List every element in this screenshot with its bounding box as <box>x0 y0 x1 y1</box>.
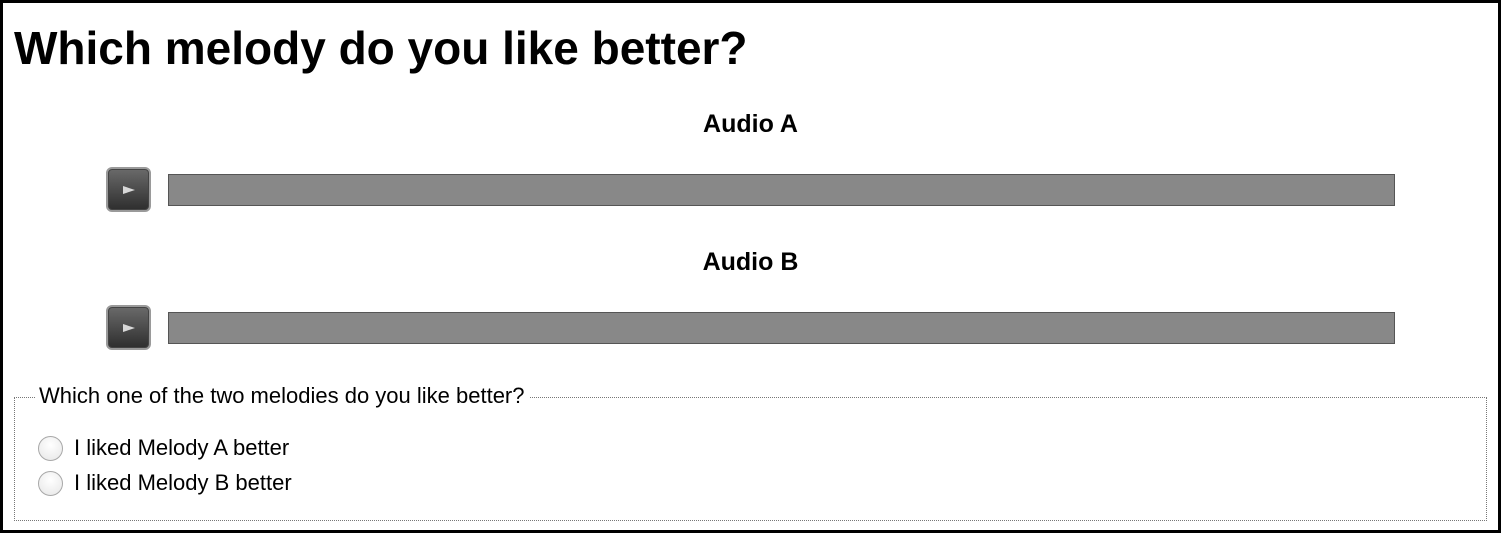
option-melody-a[interactable]: I liked Melody A better <box>38 435 289 461</box>
play-icon <box>122 323 135 332</box>
page-title: Which melody do you like better? <box>14 22 748 74</box>
survey-frame: Which melody do you like better? Audio A… <box>0 0 1501 533</box>
question-legend: Which one of the two melodies do you lik… <box>35 381 529 411</box>
radio-button-melody-a[interactable] <box>38 435 63 461</box>
radio-button-melody-b[interactable] <box>38 470 63 496</box>
audio-a-play-button[interactable] <box>106 167 151 212</box>
audio-b-title: Audio B <box>702 248 799 276</box>
option-melody-b[interactable]: I liked Melody B better <box>38 470 292 496</box>
question-fieldset: Which one of the two melodies do you lik… <box>14 381 1487 521</box>
play-icon <box>122 185 135 194</box>
audio-a-title: Audio A <box>703 110 798 138</box>
audio-b-progress-bar[interactable] <box>168 312 1395 344</box>
audio-b-play-button[interactable] <box>106 305 151 350</box>
audio-a-progress-bar[interactable] <box>168 174 1395 206</box>
option-melody-b-label[interactable]: I liked Melody B better <box>74 470 292 496</box>
option-melody-a-label[interactable]: I liked Melody A better <box>74 435 289 461</box>
